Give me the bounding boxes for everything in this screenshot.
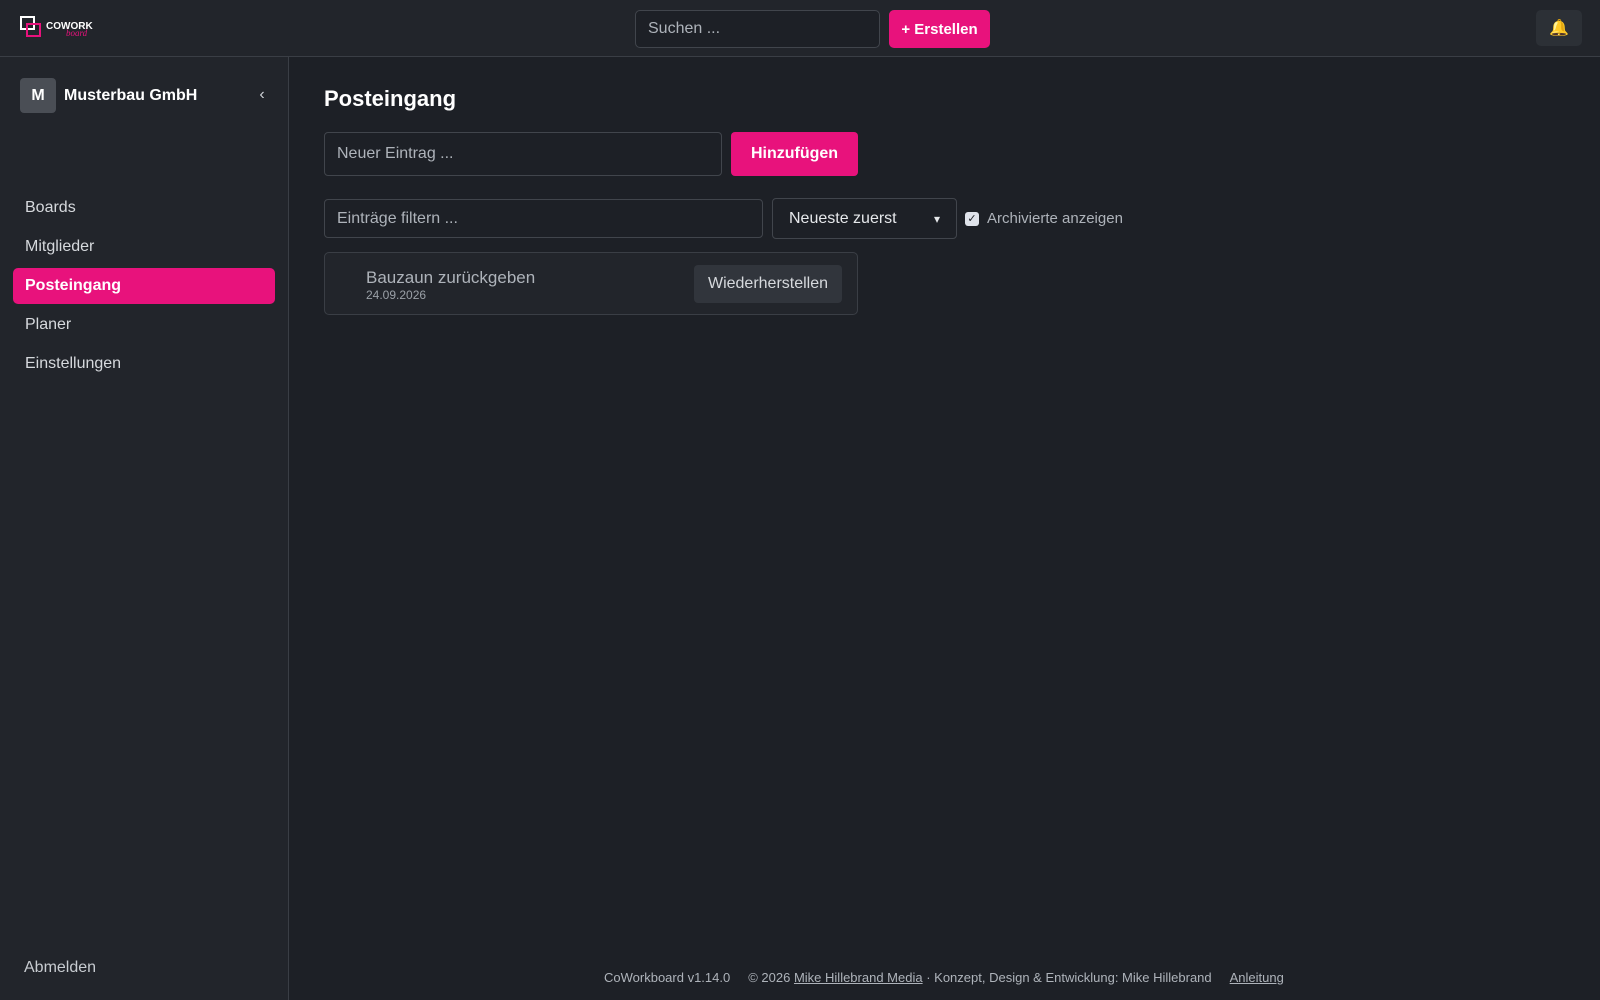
create-button[interactable]: + Erstellen bbox=[889, 10, 990, 48]
page-title: Posteingang bbox=[324, 86, 457, 111]
entry-date: 24.09.2026 bbox=[366, 288, 427, 302]
sort-select[interactable]: Neueste zuerst ▾ bbox=[772, 198, 957, 239]
notifications-button[interactable]: 🔔 bbox=[1536, 10, 1582, 46]
bell-icon: 🔔 bbox=[1549, 20, 1569, 37]
top-bar: COWORK board + Erstellen 🔔 bbox=[0, 0, 1600, 57]
footer-company-link[interactable]: Mike Hillebrand Media bbox=[794, 970, 923, 985]
sidebar-collapse-button[interactable]: ‹ bbox=[252, 84, 272, 106]
sidebar-item-planer[interactable]: Planer bbox=[13, 307, 275, 343]
coworkboard-logo[interactable]: COWORK board bbox=[20, 16, 96, 40]
workspace-name: Musterbau GmbH bbox=[64, 87, 198, 104]
footer-version: CoWorkboard v1.14.0 bbox=[604, 970, 731, 985]
restore-button[interactable]: Wiederherstellen bbox=[694, 265, 842, 303]
sort-selected-value: Neueste zuerst bbox=[789, 209, 897, 227]
search-input[interactable] bbox=[635, 10, 880, 48]
filter-input[interactable] bbox=[324, 199, 763, 238]
show-archived-toggle[interactable]: ✓ Archivierte anzeigen bbox=[965, 210, 1123, 227]
sidebar-item-einstellungen[interactable]: Einstellungen bbox=[13, 346, 275, 382]
sidebar-item-boards[interactable]: Boards bbox=[13, 190, 275, 226]
chevron-down-icon: ▾ bbox=[933, 211, 940, 226]
chevron-left-icon: ‹ bbox=[259, 86, 265, 103]
sidebar-item-mitglieder[interactable]: Mitglieder bbox=[13, 229, 275, 265]
list-item: Bauzaun zurückgeben 24.09.2026 Wiederher… bbox=[324, 252, 858, 315]
add-entry-button[interactable]: Hinzufügen bbox=[731, 132, 858, 176]
footer-credit: · Konzept, Design & Entwicklung: Mike Hi… bbox=[926, 970, 1212, 985]
logout-link[interactable]: Abmelden bbox=[24, 959, 96, 977]
entry-title: Bauzaun zurückgeben bbox=[366, 268, 536, 287]
sidebar-item-posteingang[interactable]: Posteingang bbox=[13, 268, 275, 304]
workspace-avatar: M bbox=[20, 78, 56, 113]
footer-manual-link[interactable]: Anleitung bbox=[1230, 970, 1284, 985]
new-entry-input[interactable] bbox=[324, 132, 722, 176]
show-archived-label[interactable]: Archivierte anzeigen bbox=[987, 210, 1123, 227]
footer: CoWorkboard v1.14.0 © 2026 Mike Hillebran… bbox=[604, 970, 1284, 985]
sidebar: M Musterbau GmbH ‹ Boards Mitglieder Pos… bbox=[0, 57, 289, 1000]
footer-copyright: © 2026 bbox=[748, 970, 791, 985]
sidebar-nav: Boards Mitglieder Posteingang Planer Ein… bbox=[13, 190, 275, 385]
show-archived-checkbox[interactable]: ✓ bbox=[965, 211, 979, 226]
svg-text:board: board bbox=[66, 28, 88, 38]
